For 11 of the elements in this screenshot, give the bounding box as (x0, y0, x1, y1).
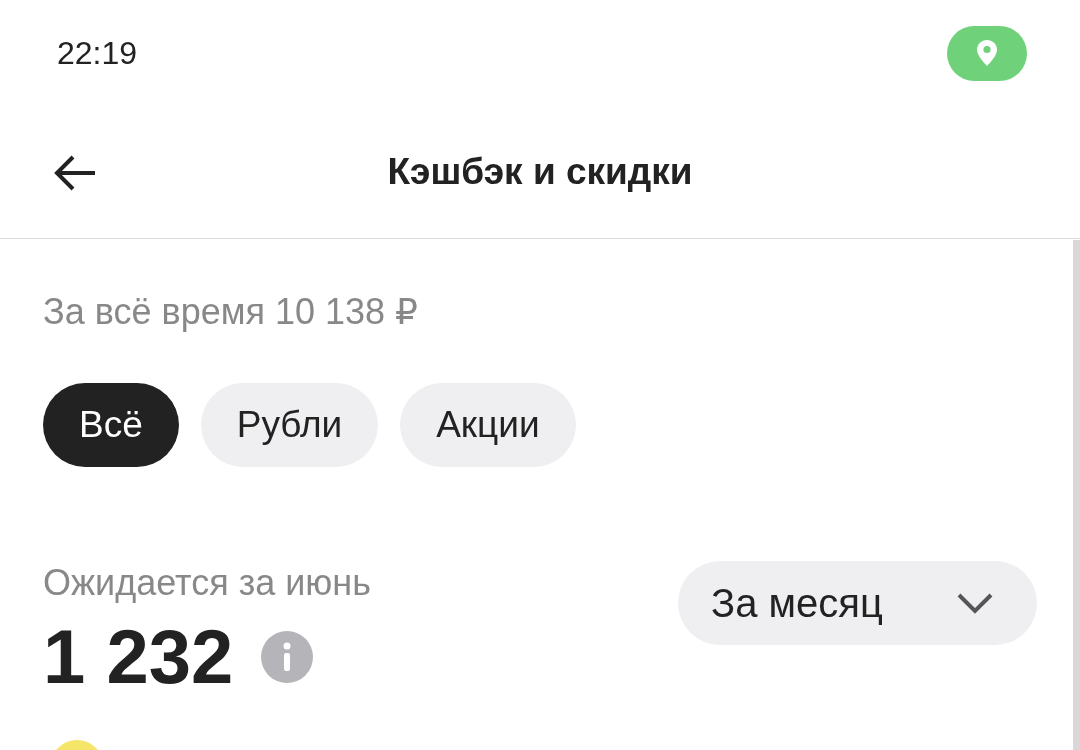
chevron-down-icon (957, 592, 993, 614)
expected-amount: 1 232 (43, 617, 234, 697)
page-title: Кэшбэк и скидки (387, 151, 693, 193)
location-pin-icon (976, 39, 998, 67)
expected-label: Ожидается за июнь (43, 561, 371, 605)
filter-chip[interactable]: Всё (43, 383, 179, 467)
period-dropdown[interactable]: За месяц (678, 561, 1037, 645)
filter-chip[interactable]: Акции (400, 383, 576, 467)
status-time: 22:19 (57, 34, 138, 72)
total-cashback: За всё время 10 138 ₽ (43, 290, 419, 334)
filter-chip[interactable]: Рубли (200, 383, 379, 467)
